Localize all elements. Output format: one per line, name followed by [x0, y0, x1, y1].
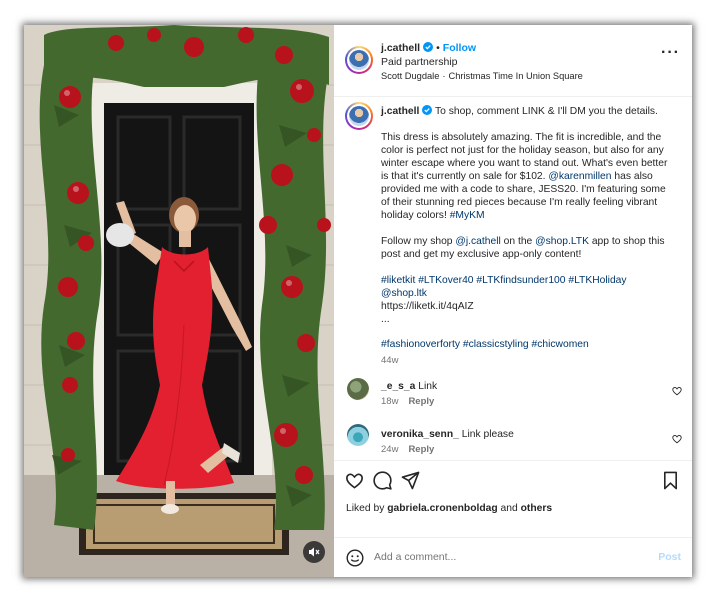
caption-avatar[interactable]	[345, 102, 373, 130]
author-avatar[interactable]	[345, 46, 373, 74]
comment-age[interactable]: 24w	[381, 444, 398, 455]
reply-button[interactable]: Reply	[408, 444, 434, 455]
reply-button[interactable]: Reply	[408, 396, 434, 407]
author-username[interactable]: j.cathell	[381, 42, 420, 54]
comment-like-heart-icon[interactable]	[672, 434, 682, 444]
comment-icon[interactable]	[373, 471, 392, 490]
caption-username[interactable]: j.cathell	[381, 106, 419, 117]
caption-intro: To shop, comment LINK & I'll DM you the …	[435, 106, 658, 117]
caption-paragraph-1: This dress is absolutely amazing. The fi…	[381, 132, 668, 221]
comment-username[interactable]: _e_s_a	[381, 381, 415, 392]
verified-badge-icon	[423, 42, 434, 52]
audio-title[interactable]: Christmas Time In Union Square	[449, 71, 583, 81]
liked-by-others[interactable]: others	[521, 503, 552, 514]
paid-partnership-label[interactable]: Paid partnership	[381, 56, 457, 69]
add-comment-input[interactable]	[374, 551, 604, 563]
audio-artist[interactable]: Scott Dugdale	[381, 71, 439, 81]
mention-shop-ltk[interactable]: @shop.LTK	[535, 236, 589, 247]
post-actions-bar: Liked by gabriela.cronenboldag and other…	[334, 460, 692, 520]
separator-dot: •	[436, 42, 440, 54]
comment-age[interactable]: 18w	[381, 396, 398, 407]
muted-speaker-icon	[309, 547, 320, 557]
commenter-avatar[interactable]	[347, 378, 369, 400]
caption-url[interactable]: https://liketk.it/4qAIZ	[381, 300, 671, 313]
caption-paragraph-2: Follow my shop @j.cathell on the @shop.L…	[381, 236, 665, 260]
post-side-panel: j.cathell • Follow Paid partnership Scott …	[334, 25, 692, 577]
mute-button[interactable]	[303, 541, 325, 563]
post-comment-button[interactable]: Post	[658, 551, 681, 563]
mention-jcathell[interactable]: @j.cathell	[455, 236, 500, 247]
comment-meta: 18w Reply	[381, 396, 434, 407]
caption-and-comments: j.cathell To shop, comment LINK & I'll D…	[334, 98, 692, 460]
mention-shop-ltk-lower[interactable]: @shop.ltk	[381, 287, 671, 300]
heart-icon[interactable]	[345, 471, 364, 490]
comment-2: veronika_senn_ Link please	[381, 428, 671, 441]
liked-by-user[interactable]: gabriela.cronenboldag	[387, 503, 497, 514]
follow-button[interactable]: Follow	[443, 42, 476, 54]
comment-like-heart-icon[interactable]	[672, 386, 682, 396]
separator-dot: ·	[442, 71, 446, 81]
comment-text: Link please	[461, 429, 514, 440]
share-icon[interactable]	[401, 471, 420, 490]
caption-first-line: j.cathell To shop, comment LINK & I'll D…	[381, 105, 681, 118]
bookmark-icon[interactable]	[661, 471, 680, 490]
post-photo	[24, 25, 334, 577]
commenter-avatar[interactable]	[347, 424, 369, 446]
verified-badge-icon	[422, 105, 433, 115]
post-header: j.cathell • Follow Paid partnership Scott …	[334, 25, 692, 97]
hashtags-bottom[interactable]: #fashionoverforty #classicstyling #chicw…	[381, 338, 671, 351]
caption-hashtags: #liketkit #LTKover40 #LTKfindsunder100 #…	[381, 274, 671, 326]
caption-age[interactable]: 44w	[381, 355, 398, 366]
comment-text: Link	[418, 381, 438, 392]
comment-composer: Post	[334, 537, 692, 577]
liked-by-prefix: Liked by	[346, 503, 385, 514]
comment-username[interactable]: veronika_senn_	[381, 429, 459, 440]
comment-1: _e_s_a Link	[381, 380, 671, 393]
hashtag-list[interactable]: #liketkit #LTKover40 #LTKfindsunder100 #…	[381, 274, 671, 287]
hashtag-mykm[interactable]: #MyKM	[450, 210, 485, 221]
mention-karenmillen[interactable]: @karenmillen	[548, 171, 611, 182]
post-media-video[interactable]	[24, 25, 334, 577]
instagram-post-window: j.cathell • Follow Paid partnership Scott …	[24, 25, 692, 577]
emoji-icon[interactable]	[346, 549, 364, 567]
comment-meta: 24w Reply	[381, 444, 434, 455]
liked-by-and: and	[500, 503, 518, 514]
caption-ellipsis: ...	[381, 314, 390, 325]
liked-by-summary: Liked by gabriela.cronenboldag and other…	[346, 503, 552, 514]
more-options-button[interactable]: ···	[661, 45, 680, 61]
